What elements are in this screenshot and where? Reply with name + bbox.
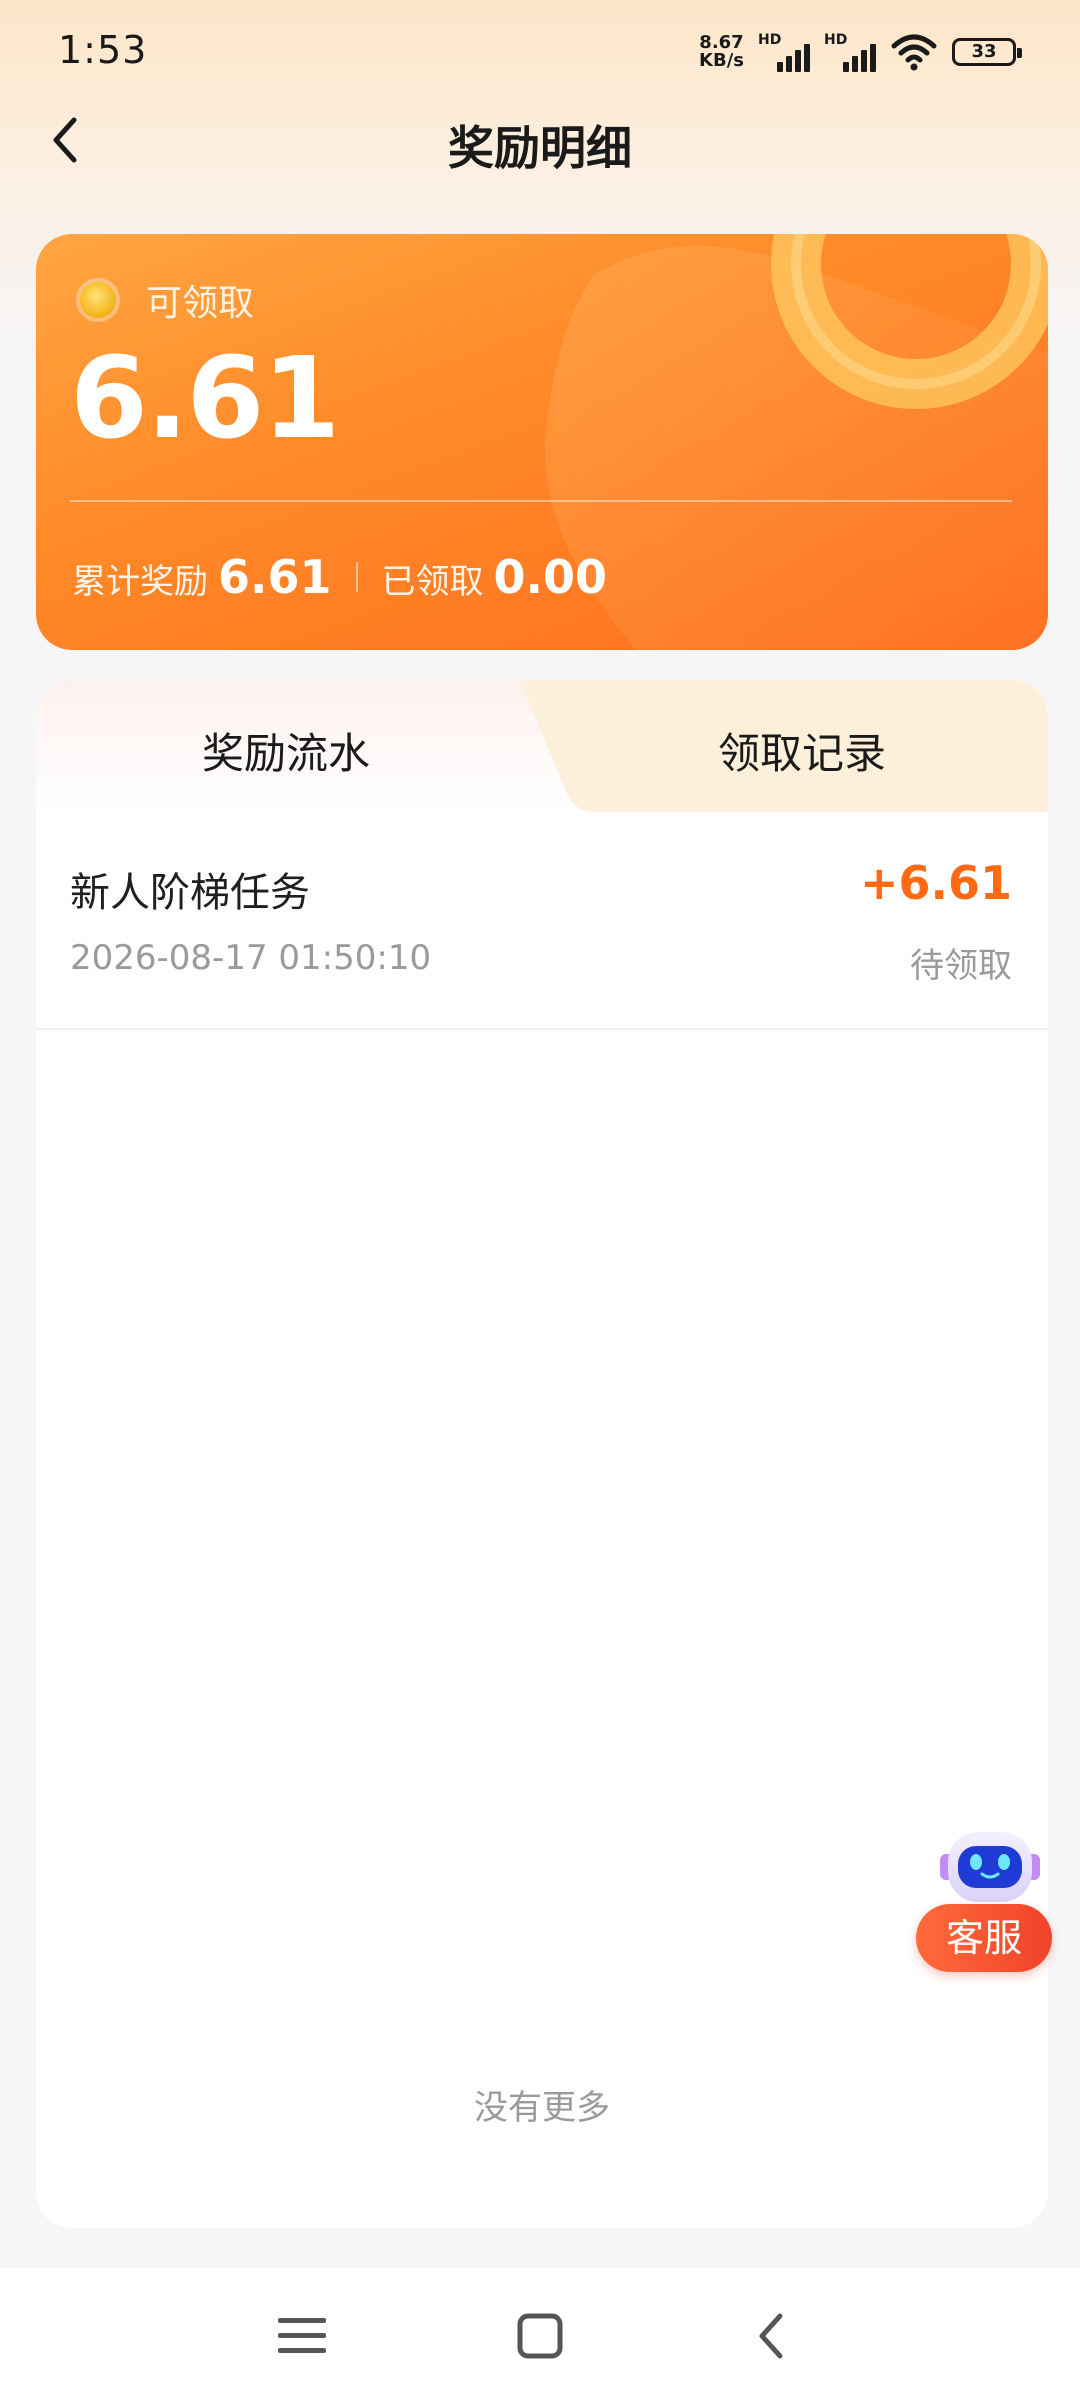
signal-icon-sim2: HD bbox=[824, 32, 876, 72]
network-speed: 8.67 KB/s bbox=[699, 34, 744, 70]
card-divider bbox=[70, 500, 1012, 502]
page-header: 奖励明细 bbox=[0, 100, 1080, 180]
total-reward-label: 累计奖励 bbox=[72, 562, 208, 602]
claimable-label: 可领取 bbox=[146, 283, 255, 324]
back-icon[interactable] bbox=[742, 2304, 798, 2368]
customer-service-label: 客服 bbox=[916, 1904, 1052, 1972]
status-bar: 1:53 8.67 KB/s HD HD 33 bbox=[0, 0, 1080, 100]
record-amount: +6.61 bbox=[859, 856, 1012, 910]
home-icon[interactable] bbox=[508, 2304, 572, 2368]
tab-reward-flow[interactable]: 奖励流水 bbox=[36, 720, 536, 781]
reward-details-screen: 1:53 8.67 KB/s HD HD 33 奖励明细 可领取 6.61 累计… bbox=[0, 0, 1080, 2400]
record-status: 待领取 bbox=[910, 946, 1012, 986]
claimable-label-row: 可领取 bbox=[80, 274, 254, 326]
reward-summary-card: 可领取 6.61 累计奖励 6.61 已领取 0.00 bbox=[36, 234, 1048, 650]
battery-icon: 33 bbox=[952, 38, 1022, 66]
status-time: 1:53 bbox=[58, 28, 148, 72]
claimed-label: 已领取 bbox=[381, 562, 484, 602]
record-time: 2026-08-17 01:50:10 bbox=[70, 938, 432, 978]
records-panel: 奖励流水 领取记录 新人阶梯任务 +6.61 2026-08-17 01:50:… bbox=[36, 680, 1048, 2228]
system-nav-bar bbox=[0, 2268, 1080, 2400]
menu-icon[interactable] bbox=[270, 2308, 334, 2364]
claimable-amount: 6.61 bbox=[70, 334, 340, 464]
list-end-text: 没有更多 bbox=[474, 2088, 610, 2128]
record-tabs: 奖励流水 领取记录 bbox=[36, 680, 1048, 812]
network-speed-unit: KB/s bbox=[699, 50, 744, 71]
record-title: 新人阶梯任务 bbox=[70, 870, 310, 916]
customer-service-button[interactable]: 客服 bbox=[914, 1824, 1056, 1984]
coin-icon bbox=[80, 282, 116, 318]
wifi-icon bbox=[891, 34, 937, 71]
list-item[interactable]: 新人阶梯任务 +6.61 2026-08-17 01:50:10 待领取 bbox=[36, 812, 1048, 1030]
claimed-value: 0.00 bbox=[493, 550, 608, 604]
robot-icon bbox=[940, 1832, 1040, 1902]
total-reward-value: 6.61 bbox=[218, 550, 332, 604]
status-icons: 8.67 KB/s HD HD 33 bbox=[699, 30, 1022, 74]
reward-totals: 累计奖励 6.61 已领取 0.00 bbox=[72, 550, 607, 604]
signal-icon-sim1: HD bbox=[758, 32, 810, 72]
totals-separator bbox=[355, 562, 358, 592]
tab-claim-records[interactable]: 领取记录 bbox=[556, 720, 1048, 781]
page-title: 奖励明细 bbox=[448, 121, 632, 175]
